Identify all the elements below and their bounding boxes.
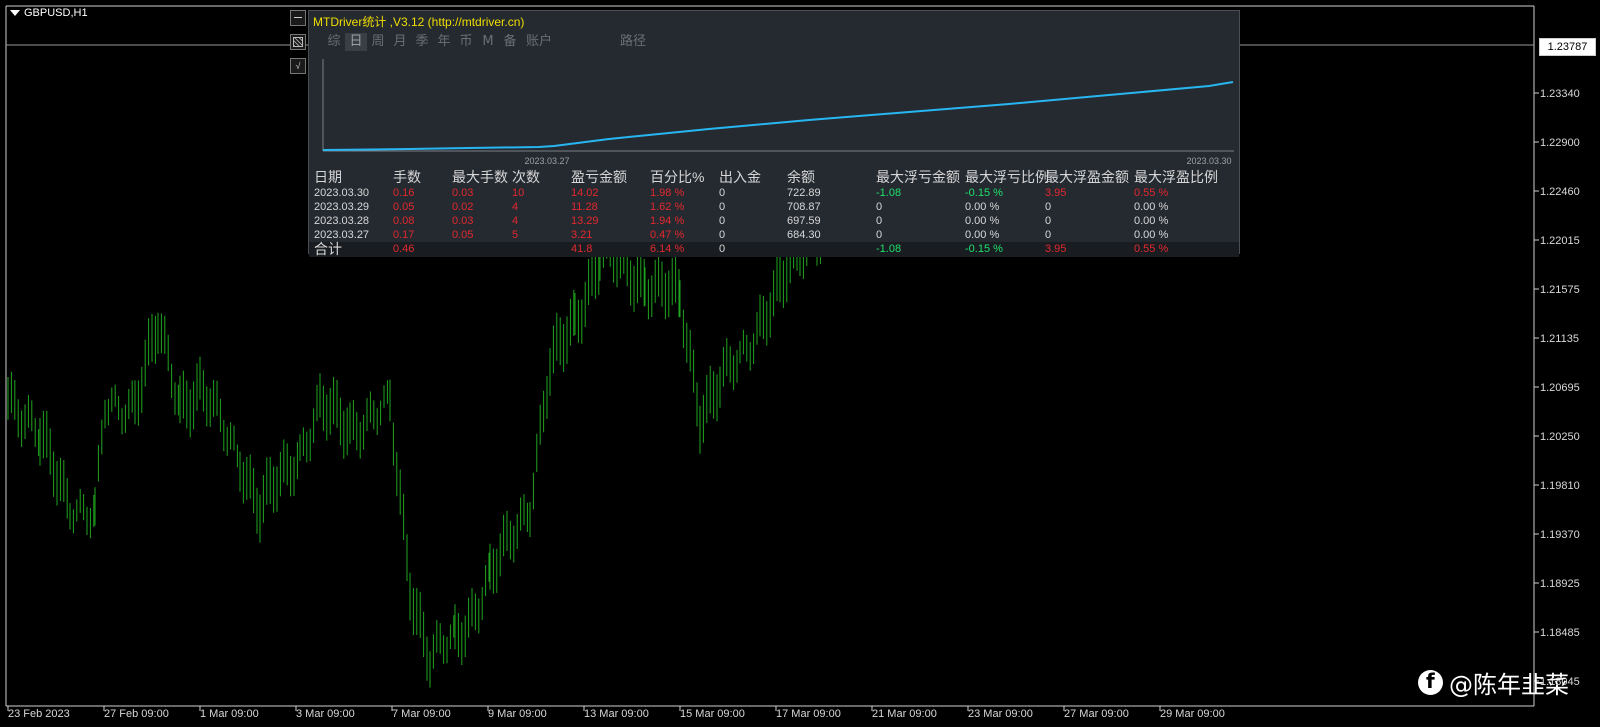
tab-currency[interactable]: 币 [455, 33, 477, 51]
tab-quarter[interactable]: 季 [411, 33, 433, 51]
time-tick-label: 9 Mar 09:00 [488, 708, 547, 720]
facebook-icon [1418, 669, 1443, 695]
header-lots: 手数 [393, 169, 421, 185]
header-max-float-loss-ratio: 最大浮亏比例 [965, 169, 1049, 185]
header-count: 次数 [512, 169, 540, 185]
panel-title: MTDriver统计 ,V3.12 (http://mtdriver.cn) [313, 15, 525, 29]
header-max-float-profit-ratio: 最大浮盈比例 [1134, 169, 1218, 185]
mtdriver-stats-panel[interactable]: MTDriver统计 ,V3.12 (http://mtdriver.cn) 综… [308, 10, 1240, 257]
price-tick-label: 1.19810 [1540, 480, 1580, 492]
table-total-row: 合计 0.46 41.8 6.14 % 0 -1.08 -0.15 % 3.95… [309, 242, 1239, 257]
graph-start-label: 2023.03.27 [524, 156, 569, 166]
price-tick-label: 1.18925 [1540, 578, 1580, 590]
tab-month[interactable]: 月 [389, 33, 411, 51]
time-tick-label: 23 Feb 2023 [8, 708, 70, 720]
price-tick-label: 1.20695 [1540, 382, 1580, 394]
tab-m[interactable]: M [477, 33, 499, 51]
tab-summary[interactable]: 综 [323, 33, 345, 51]
current-price-tag: 1.23787 [1539, 38, 1596, 56]
time-tick-label: 27 Feb 09:00 [104, 708, 169, 720]
tab-account[interactable]: 账户 [521, 33, 557, 51]
time-axis: 23 Feb 2023 27 Feb 09:00 1 Mar 09:00 3 Mar … [7, 706, 1225, 720]
time-tick-label: 29 Mar 09:00 [1160, 708, 1225, 720]
header-deposit: 出入金 [719, 169, 761, 185]
price-tick-label: 1.23340 [1540, 88, 1580, 100]
table-row: 2023.03.27 0.17 0.05 5 3.21 0.47 % 0 684… [314, 229, 1169, 241]
time-tick-label: 23 Mar 09:00 [968, 708, 1033, 720]
time-tick-label: 13 Mar 09:00 [584, 708, 649, 720]
triangle-down-icon[interactable] [10, 10, 20, 16]
table-row: 2023.03.28 0.08 0.03 4 13.29 1.94 % 0 69… [314, 215, 1169, 227]
header-max-float-loss: 最大浮亏金额 [876, 169, 960, 185]
price-tick-label: 1.22015 [1540, 235, 1580, 247]
watermark: @陈年韭菜 [1418, 665, 1569, 700]
time-tick-label: 1 Mar 09:00 [200, 708, 259, 720]
time-tick-label: 7 Mar 09:00 [392, 708, 451, 720]
screenshot-button[interactable] [290, 34, 306, 50]
price-tick-label: 1.19370 [1540, 529, 1580, 541]
header-max-float-profit: 最大浮盈金额 [1045, 169, 1129, 185]
watermark-text: @陈年韭菜 [1449, 671, 1569, 699]
time-tick-label: 3 Mar 09:00 [296, 708, 355, 720]
price-tick-label: 1.21135 [1540, 333, 1579, 345]
tab-year[interactable]: 年 [433, 33, 455, 51]
time-tick-label: 17 Mar 09:00 [776, 708, 841, 720]
price-axis: 1.23340 1.22900 1.22460 1.22015 1.21575 1.211… [1534, 88, 1580, 688]
header-date: 日期 [314, 169, 342, 185]
time-tick-label: 15 Mar 09:00 [680, 708, 745, 720]
time-tick-label: 21 Mar 09:00 [872, 708, 937, 720]
table-row: 2023.03.30 0.16 0.03 10 14.02 1.98 % 0 7… [314, 187, 1169, 199]
tab-path[interactable]: 路径 [613, 33, 653, 51]
price-tick-label: 1.21575 [1540, 284, 1580, 296]
table-header: 日期 手数 最大手数 次数 盈亏金额 百分比% 出入金 余额 最大浮亏金额 最大… [309, 168, 1239, 186]
header-balance: 余额 [787, 169, 815, 185]
equity-graph: 2023.03.27 2023.03.30 [309, 51, 1239, 171]
price-candles [7, 205, 838, 688]
price-tick-label: 1.20250 [1540, 431, 1580, 443]
tab-day[interactable]: 日 [345, 33, 367, 51]
period-tabs[interactable]: 综 日 周 月 季 年 币 M 备 账户 路径 [323, 33, 653, 51]
price-tick-label: 1.22900 [1540, 137, 1580, 149]
graph-end-label: 2023.03.30 [1186, 156, 1231, 166]
tab-week[interactable]: 周 [367, 33, 389, 51]
tab-notes[interactable]: 备 [499, 33, 521, 51]
collapse-panel-button[interactable] [290, 10, 306, 26]
symbol-text: GBPUSD,H1 [24, 7, 88, 19]
symbol-label[interactable]: GBPUSD,H1 [10, 7, 88, 19]
price-tick-label: 1.22460 [1540, 186, 1580, 198]
header-pnl: 盈亏金额 [571, 169, 627, 185]
table-row: 2023.03.29 0.05 0.02 4 11.28 1.62 % 0 70… [314, 201, 1169, 213]
daily-stats-table: 日期 手数 最大手数 次数 盈亏金额 百分比% 出入金 余额 最大浮亏金额 最大… [309, 168, 1239, 257]
price-tick-label: 1.18485 [1540, 627, 1580, 639]
checkmark-button[interactable]: √ [290, 58, 306, 74]
header-percent: 百分比% [650, 169, 705, 185]
header-max-lots: 最大手数 [452, 169, 508, 185]
time-tick-label: 27 Mar 09:00 [1064, 708, 1129, 720]
